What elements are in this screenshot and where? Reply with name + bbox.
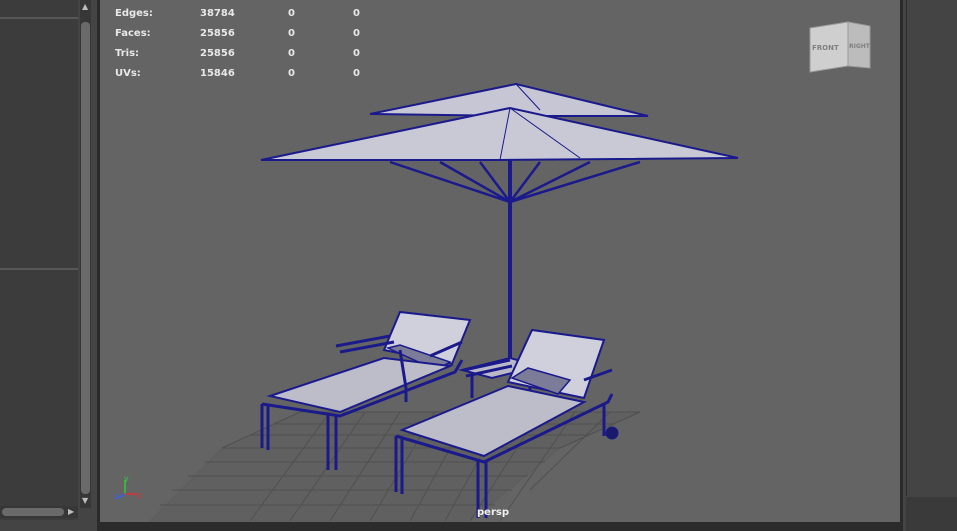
panel-footer	[906, 497, 957, 531]
perspective-viewport[interactable]: y x z FRONT RIGHT Edges: 38784 0 0 Faces…	[100, 0, 900, 522]
hud-row-total: 38784	[200, 8, 235, 19]
viewcube-front-label[interactable]: FRONT	[812, 44, 839, 52]
scroll-right-icon[interactable]: ▶	[68, 508, 74, 516]
camera-label: persp	[477, 507, 509, 518]
viewcube[interactable]: FRONT RIGHT	[809, 21, 871, 73]
outliner-list[interactable]	[0, 0, 78, 520]
axis-gizmo: y x z	[114, 474, 142, 501]
vertical-scrollbar[interactable]: ▲ ▼	[80, 0, 91, 508]
scroll-down-icon[interactable]: ▼	[82, 497, 88, 505]
panel-divider	[0, 268, 78, 270]
hud-row-comp: 0	[353, 28, 360, 39]
hud-row-label: UVs:	[115, 68, 141, 79]
hud-row-comp: 0	[353, 48, 360, 59]
hud-row-selected: 0	[288, 48, 295, 59]
umbrella-ribs	[389, 160, 641, 204]
panel-divider	[0, 17, 78, 19]
patio-umbrella[interactable]	[260, 82, 739, 372]
hud-row-total: 25856	[200, 28, 235, 39]
hud-row-selected: 0	[288, 8, 295, 19]
horizontal-scrollbar[interactable]: ▶	[0, 506, 78, 518]
scroll-up-icon[interactable]: ▲	[82, 3, 88, 11]
hud-row-comp: 0	[353, 8, 360, 19]
attribute-panel	[906, 0, 957, 496]
lounger-wheel	[605, 426, 619, 440]
hud-row-selected: 0	[288, 68, 295, 79]
viewcube-right-label[interactable]: RIGHT	[849, 43, 871, 50]
axis-y-label: y	[124, 474, 129, 483]
umbrella-main-canopy	[260, 106, 739, 161]
hud-row-label: Faces:	[115, 28, 151, 39]
hud-row-comp: 0	[353, 68, 360, 79]
axis-z-label: z	[114, 492, 118, 501]
hud-row-total: 25856	[200, 48, 235, 59]
horizontal-scroll-thumb[interactable]	[2, 508, 64, 516]
hud-row-label: Edges:	[115, 8, 153, 19]
hud-row-selected: 0	[288, 28, 295, 39]
outliner-panel: ▲ ▼ ▶	[0, 0, 92, 531]
axis-x-label: x	[137, 491, 142, 500]
vertical-scroll-thumb[interactable]	[81, 22, 90, 494]
hud-row-total: 15846	[200, 68, 235, 79]
hud-row-label: Tris:	[115, 48, 140, 59]
